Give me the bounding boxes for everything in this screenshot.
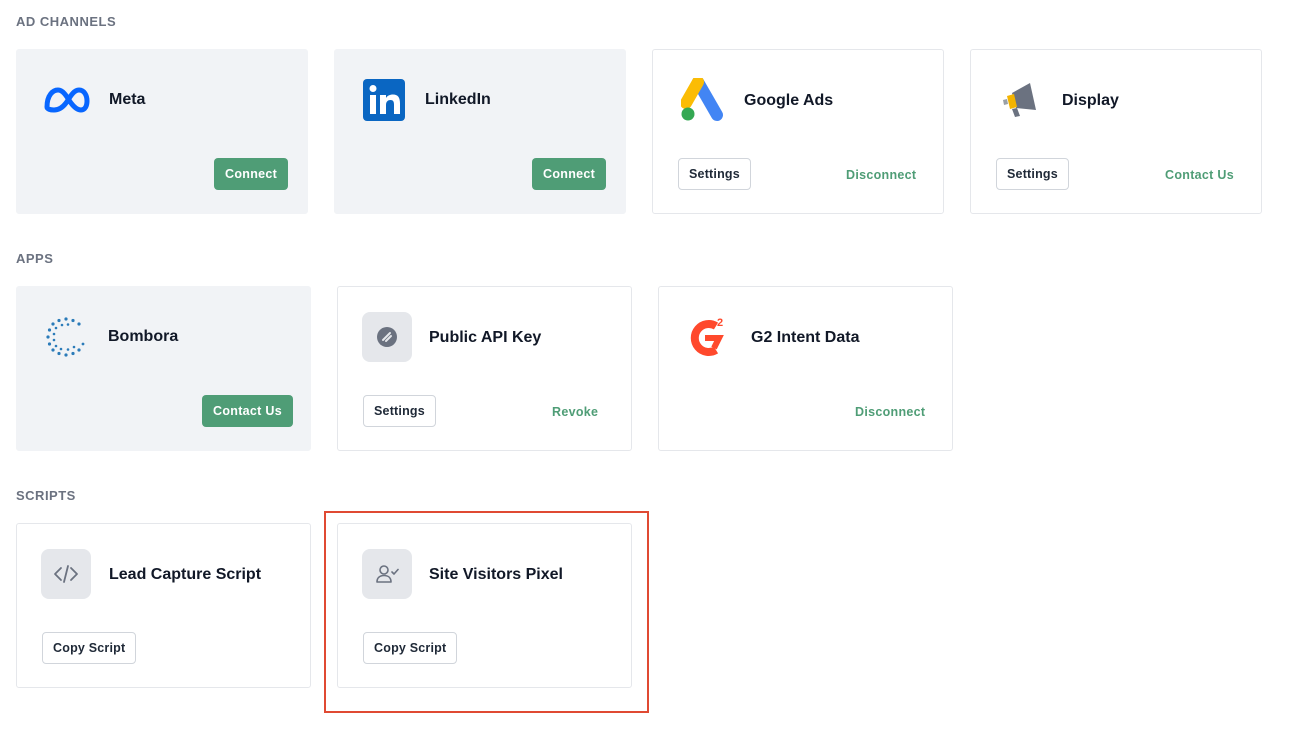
card-title: LinkedIn: [425, 91, 491, 108]
integration-card-google-ads: Google Ads Settings Disconnect: [652, 49, 944, 214]
integration-card-public-api-key: Public API Key Settings Revoke: [337, 286, 632, 451]
contact-us-link[interactable]: Contact Us: [1165, 168, 1234, 182]
card-title: G2 Intent Data: [751, 329, 860, 346]
settings-button[interactable]: Settings: [363, 395, 436, 427]
connect-button[interactable]: Connect: [214, 158, 289, 190]
contact-us-button[interactable]: Contact Us: [202, 395, 293, 427]
linkedin-logo-icon: [359, 75, 409, 125]
section-title-ad-channels: AD CHANNELS: [16, 14, 117, 29]
card-title: Public API Key: [429, 329, 542, 346]
code-icon: [41, 549, 91, 599]
card-title: Display: [1062, 92, 1119, 109]
api-key-icon: [362, 312, 412, 362]
connect-button[interactable]: Connect: [532, 158, 607, 190]
card-title: Lead Capture Script: [109, 566, 262, 583]
copy-script-button[interactable]: Copy Script: [42, 632, 137, 664]
integration-card-display: Display Settings Contact Us: [970, 49, 1262, 214]
card-title: Bombora: [108, 328, 179, 345]
revoke-link[interactable]: Revoke: [552, 405, 598, 419]
svg-text:2: 2: [717, 317, 723, 329]
disconnect-link[interactable]: Disconnect: [846, 168, 916, 182]
meta-logo-icon: [41, 75, 91, 125]
bombora-logo-icon: [41, 312, 91, 362]
megaphone-icon: [995, 75, 1045, 125]
card-title: Meta: [109, 91, 146, 108]
g2-logo-icon: 2: [681, 312, 731, 362]
integration-card-lead-capture-script: Lead Capture Script Copy Script: [16, 523, 311, 688]
highlight-annotation: [324, 511, 649, 713]
integration-card-g2: 2 G2 Intent Data Disconnect: [658, 286, 953, 451]
settings-button[interactable]: Settings: [996, 158, 1069, 190]
settings-button[interactable]: Settings: [678, 158, 751, 190]
section-title-scripts: SCRIPTS: [16, 488, 76, 503]
card-title: Google Ads: [744, 92, 834, 109]
integration-card-bombora: Bombora Contact Us: [16, 286, 311, 451]
integration-card-meta: Meta Connect: [16, 49, 308, 214]
disconnect-link[interactable]: Disconnect: [855, 405, 925, 419]
integration-card-linkedin: LinkedIn Connect: [334, 49, 626, 214]
section-title-apps: APPS: [16, 251, 54, 266]
google-ads-logo-icon: [679, 75, 729, 125]
